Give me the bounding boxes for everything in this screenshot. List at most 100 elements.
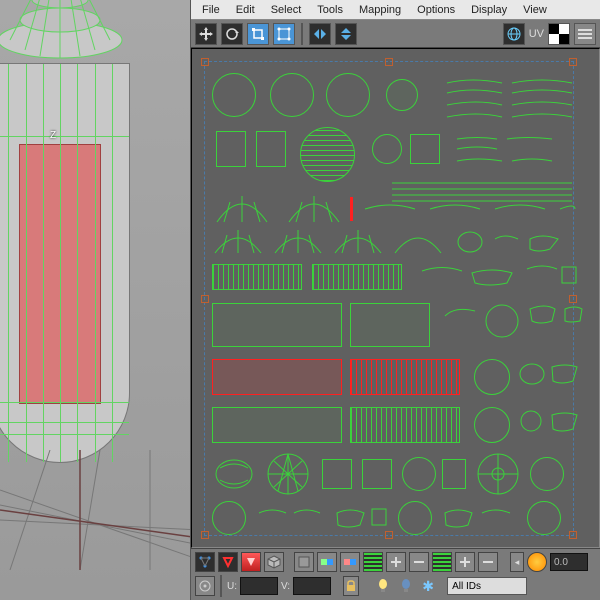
viewport-3d[interactable]: Z: [0, 0, 190, 600]
loop-icon[interactable]: [432, 552, 452, 572]
soft-selection-icon[interactable]: [527, 552, 547, 572]
soft-left-icon[interactable]: ◂: [510, 552, 524, 572]
uv-island[interactable]: [270, 73, 314, 117]
scale-tool-icon[interactable]: [247, 23, 269, 45]
uv-island[interactable]: [517, 407, 582, 447]
lock-icon[interactable]: [343, 576, 359, 596]
v-spinner[interactable]: [293, 577, 331, 595]
pick-icon[interactable]: [195, 576, 215, 596]
minus-icon-2[interactable]: [478, 552, 498, 572]
uv-label: UV: [529, 28, 544, 40]
uv-island-selected[interactable]: [212, 359, 342, 395]
ring-icon[interactable]: [363, 552, 383, 572]
uv-island[interactable]: [256, 131, 286, 167]
lightbulb-on-icon[interactable]: [373, 576, 393, 596]
plus-icon-2[interactable]: [455, 552, 475, 572]
shrink-icon[interactable]: [340, 552, 360, 572]
uv-island[interactable]: [517, 359, 582, 399]
uv-island[interactable]: [362, 459, 392, 489]
uv-island[interactable]: [442, 75, 582, 125]
uv-island[interactable]: [474, 451, 522, 497]
uv-island[interactable]: [474, 359, 510, 395]
uv-island[interactable]: [332, 503, 392, 533]
uv-island-selected[interactable]: [350, 359, 460, 395]
uv-island[interactable]: [360, 199, 580, 224]
menu-options[interactable]: Options: [410, 2, 462, 18]
toolbar-top: UV: [191, 20, 600, 48]
uv-island[interactable]: [530, 457, 564, 491]
select-by-element-icon[interactable]: [294, 552, 314, 572]
vertex-mode-icon[interactable]: [195, 552, 215, 572]
menu-select[interactable]: Select: [264, 2, 309, 18]
uv-island[interactable]: [350, 303, 430, 347]
uv-island[interactable]: [417, 261, 577, 291]
uv-island[interactable]: [272, 229, 324, 255]
uv-canvas[interactable]: [191, 48, 600, 548]
toolbar-bottom: ◂ 0.0 U: V: ✱ All IDs: [191, 548, 600, 600]
uv-island[interactable]: [332, 229, 384, 255]
globe-icon[interactable]: [503, 23, 525, 45]
id-filter-dropdown[interactable]: All IDs: [447, 577, 527, 595]
uv-island[interactable]: [322, 459, 352, 489]
uv-island[interactable]: [212, 407, 342, 443]
uv-island[interactable]: [212, 229, 264, 255]
grow-icon[interactable]: [317, 552, 337, 572]
wireframe-object: [0, 0, 170, 463]
uv-island[interactable]: [350, 407, 460, 443]
u-label: U:: [227, 581, 237, 592]
menu-tools[interactable]: Tools: [310, 2, 350, 18]
freeform-tool-icon[interactable]: [273, 23, 295, 45]
uv-island[interactable]: [212, 194, 272, 224]
uv-island[interactable]: [212, 264, 302, 290]
uv-island[interactable]: [212, 501, 246, 535]
menu-display[interactable]: Display: [464, 2, 514, 18]
uv-island[interactable]: [410, 134, 440, 164]
v-label: V:: [281, 581, 290, 592]
mirror-v-icon[interactable]: [335, 23, 357, 45]
uv-island[interactable]: [527, 501, 561, 535]
u-spinner[interactable]: [240, 577, 278, 595]
uv-island[interactable]: [398, 501, 432, 535]
uv-island[interactable]: [212, 454, 257, 494]
uv-island[interactable]: [372, 134, 402, 164]
mirror-h-icon[interactable]: [309, 23, 331, 45]
minus-icon[interactable]: [409, 552, 429, 572]
uv-island[interactable]: [440, 503, 520, 533]
menu-view[interactable]: View: [516, 2, 554, 18]
rotate-tool-icon[interactable]: [221, 23, 243, 45]
uv-island[interactable]: [212, 303, 342, 347]
menubar: File Edit Select Tools Mapping Options D…: [191, 0, 600, 20]
uv-island[interactable]: [212, 73, 256, 117]
uv-island[interactable]: [312, 264, 402, 290]
axis-label-z: Z: [50, 130, 56, 141]
menu-mapping[interactable]: Mapping: [352, 2, 408, 18]
menu-icon[interactable]: [574, 23, 596, 45]
floor-grid: [0, 450, 190, 570]
uv-island[interactable]: [254, 503, 324, 533]
menu-file[interactable]: File: [195, 2, 227, 18]
face-mode-icon[interactable]: [241, 552, 261, 572]
uv-island[interactable]: [442, 459, 466, 489]
uv-island[interactable]: [264, 451, 312, 497]
uv-island-selected[interactable]: [350, 197, 353, 221]
soft-value-spinner[interactable]: 0.0: [550, 553, 588, 571]
uv-island[interactable]: [326, 73, 370, 117]
snowflake-icon[interactable]: ✱: [419, 577, 437, 595]
uv-island[interactable]: [300, 127, 355, 182]
move-tool-icon[interactable]: [195, 23, 217, 45]
uv-island[interactable]: [440, 301, 585, 351]
uv-island[interactable]: [216, 131, 246, 167]
edge-mode-icon[interactable]: [218, 552, 238, 572]
menu-edit[interactable]: Edit: [229, 2, 262, 18]
uv-island[interactable]: [284, 194, 344, 224]
checker-icon[interactable]: [548, 23, 570, 45]
uv-island[interactable]: [392, 229, 444, 255]
lightbulb-off-icon[interactable]: [396, 576, 416, 596]
uv-island[interactable]: [474, 407, 510, 443]
uv-island[interactable]: [450, 227, 580, 255]
element-mode-icon[interactable]: [264, 552, 284, 572]
uv-island[interactable]: [386, 79, 418, 111]
uv-island[interactable]: [452, 131, 582, 171]
plus-icon[interactable]: [386, 552, 406, 572]
uv-island[interactable]: [402, 457, 436, 491]
